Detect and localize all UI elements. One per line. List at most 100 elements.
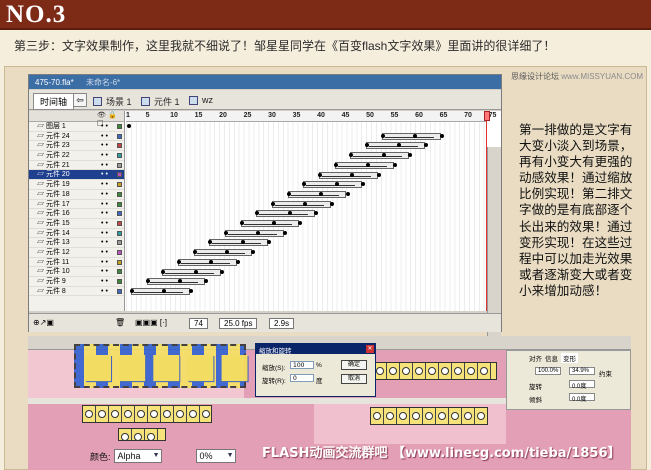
ok-button[interactable]: 确定 bbox=[341, 360, 367, 370]
layer-color-swatch[interactable] bbox=[117, 288, 122, 294]
layer-toggle-icons[interactable]: •• bbox=[101, 277, 110, 287]
layer-row[interactable]: ▱ 元件 24 •• bbox=[29, 132, 124, 142]
layer-row[interactable]: ▱ 元件 19 •• bbox=[29, 180, 124, 190]
layer-row[interactable]: ▱ 元件 15 •• bbox=[29, 219, 124, 229]
motion-tween[interactable] bbox=[193, 249, 253, 257]
keyframe[interactable] bbox=[413, 133, 418, 138]
motion-tween[interactable] bbox=[350, 152, 410, 160]
layer-toggle-icons[interactable]: •• bbox=[101, 267, 110, 277]
tween-row[interactable] bbox=[126, 132, 487, 142]
keyframe[interactable] bbox=[271, 201, 276, 206]
keyframe[interactable] bbox=[319, 191, 324, 196]
layer-row[interactable]: ▱ 元件 18 •• bbox=[29, 190, 124, 200]
keyframe[interactable] bbox=[129, 288, 134, 293]
tween-row[interactable] bbox=[126, 268, 487, 278]
keyframe[interactable] bbox=[176, 259, 181, 264]
keyframe[interactable] bbox=[239, 221, 244, 225]
tween-row[interactable] bbox=[126, 209, 487, 219]
layer-color-swatch[interactable] bbox=[117, 153, 122, 159]
layer-color-swatch[interactable] bbox=[117, 269, 122, 275]
text-strip-bottom-left[interactable] bbox=[82, 405, 212, 423]
motion-tween[interactable] bbox=[381, 132, 441, 140]
layer-toggle-icons[interactable]: •• bbox=[101, 141, 110, 151]
keyframe[interactable] bbox=[439, 133, 444, 138]
keyframe[interactable] bbox=[188, 288, 193, 293]
layer-row[interactable]: ▱ 元件 14 •• bbox=[29, 229, 124, 239]
rotate-radio[interactable]: 旋转 bbox=[529, 381, 542, 391]
layer-color-swatch[interactable] bbox=[117, 182, 122, 188]
layer-toggle-icons[interactable]: •• bbox=[101, 151, 110, 161]
breadcrumb-wz[interactable]: wz bbox=[189, 95, 213, 105]
motion-tween[interactable] bbox=[272, 200, 331, 208]
layer-row[interactable]: ▱ 元件 22 •• bbox=[29, 151, 124, 161]
layer-color-swatch[interactable] bbox=[117, 191, 122, 197]
keyframe[interactable] bbox=[345, 191, 350, 196]
text-strip-top-right[interactable] bbox=[373, 362, 497, 380]
layer-toggle-icons[interactable]: •• bbox=[101, 248, 110, 258]
motion-tween[interactable] bbox=[209, 239, 269, 247]
doc-tab-2[interactable]: 未命名-6* bbox=[86, 78, 120, 87]
keyframe[interactable] bbox=[350, 172, 355, 177]
motion-tween[interactable] bbox=[287, 190, 347, 198]
keyframe[interactable] bbox=[318, 172, 323, 177]
back-arrow-icon[interactable]: ⇦ bbox=[73, 93, 87, 107]
motion-tween[interactable] bbox=[319, 171, 378, 179]
tab-info[interactable]: 信息 bbox=[545, 353, 558, 363]
tween-row[interactable] bbox=[126, 161, 487, 171]
keyframe[interactable] bbox=[127, 124, 131, 128]
layer-toggle-icons[interactable]: •• bbox=[101, 238, 110, 248]
layer-color-swatch[interactable] bbox=[117, 172, 122, 178]
layer-row[interactable]: ▱ 元件 11 •• bbox=[29, 258, 124, 268]
layer-row[interactable]: ▱ 元件 9 •• bbox=[29, 277, 124, 287]
keyframe[interactable] bbox=[392, 162, 397, 167]
layer-toggle-icons[interactable]: •• bbox=[101, 122, 110, 132]
layer-toggle-icons[interactable]: •• bbox=[101, 287, 110, 297]
keyframe[interactable] bbox=[145, 279, 150, 284]
motion-tween[interactable] bbox=[366, 142, 425, 150]
layer-row[interactable]: ▱ 元件 20 •• bbox=[29, 170, 124, 181]
text-strip-small[interactable] bbox=[118, 428, 166, 441]
motion-tween[interactable] bbox=[162, 268, 222, 276]
keyframe[interactable] bbox=[366, 162, 371, 167]
tween-row[interactable] bbox=[126, 171, 487, 181]
layer-toggle-icons[interactable]: •• bbox=[101, 229, 110, 239]
tween-row[interactable] bbox=[126, 238, 487, 248]
tween-row[interactable] bbox=[126, 219, 487, 229]
tween-row[interactable] bbox=[126, 248, 487, 258]
layer-row[interactable]: ▱ 元件 13 •• bbox=[29, 238, 124, 248]
keyframe[interactable] bbox=[161, 269, 166, 274]
keyframe[interactable] bbox=[408, 153, 413, 158]
layer-color-swatch[interactable] bbox=[117, 240, 122, 246]
timeline-button[interactable]: 时间轴 bbox=[33, 93, 75, 110]
layer-color-swatch[interactable] bbox=[117, 211, 122, 217]
layer-row[interactable]: ▱ 元件 10 •• bbox=[29, 267, 124, 277]
keyframe[interactable] bbox=[193, 269, 198, 274]
keyframe[interactable] bbox=[204, 279, 209, 284]
layer-toggle-icons[interactable]: •• bbox=[101, 170, 110, 180]
motion-tween[interactable] bbox=[224, 229, 284, 237]
tween-row[interactable] bbox=[126, 287, 487, 297]
tween-row[interactable] bbox=[126, 122, 487, 132]
tween-row[interactable] bbox=[126, 229, 487, 239]
keyframe[interactable] bbox=[334, 182, 339, 187]
layer-row[interactable]: ▱ 元件 17 •• bbox=[29, 200, 124, 210]
layer-color-swatch[interactable] bbox=[117, 220, 122, 226]
layer-color-swatch[interactable] bbox=[117, 201, 122, 207]
keyframe[interactable] bbox=[423, 143, 428, 148]
motion-tween[interactable] bbox=[240, 220, 300, 227]
layer-toggle-icons[interactable]: •• bbox=[101, 258, 110, 268]
keyframe[interactable] bbox=[251, 250, 256, 255]
layer-toggle-icons[interactable]: •• bbox=[101, 132, 110, 142]
text-strip-bottom-right[interactable] bbox=[370, 407, 488, 425]
scale-input[interactable]: 100 bbox=[290, 361, 314, 369]
close-icon[interactable]: ✕ bbox=[366, 345, 374, 353]
layer-row[interactable]: ▱ 元件 8 •• bbox=[29, 287, 124, 297]
motion-tween[interactable] bbox=[177, 258, 237, 266]
cancel-button[interactable]: 取消 bbox=[341, 374, 367, 384]
keyframe[interactable] bbox=[333, 162, 338, 167]
tween-row[interactable] bbox=[126, 151, 487, 161]
frame-area[interactable]: 1 5 10 15 20 25 30 35 40 45 50 55 60 65 70 75 bbox=[126, 111, 496, 311]
keyframe[interactable] bbox=[282, 230, 287, 235]
layer-color-swatch[interactable] bbox=[117, 259, 122, 265]
layer-toggle-icons[interactable]: •• bbox=[101, 190, 110, 200]
